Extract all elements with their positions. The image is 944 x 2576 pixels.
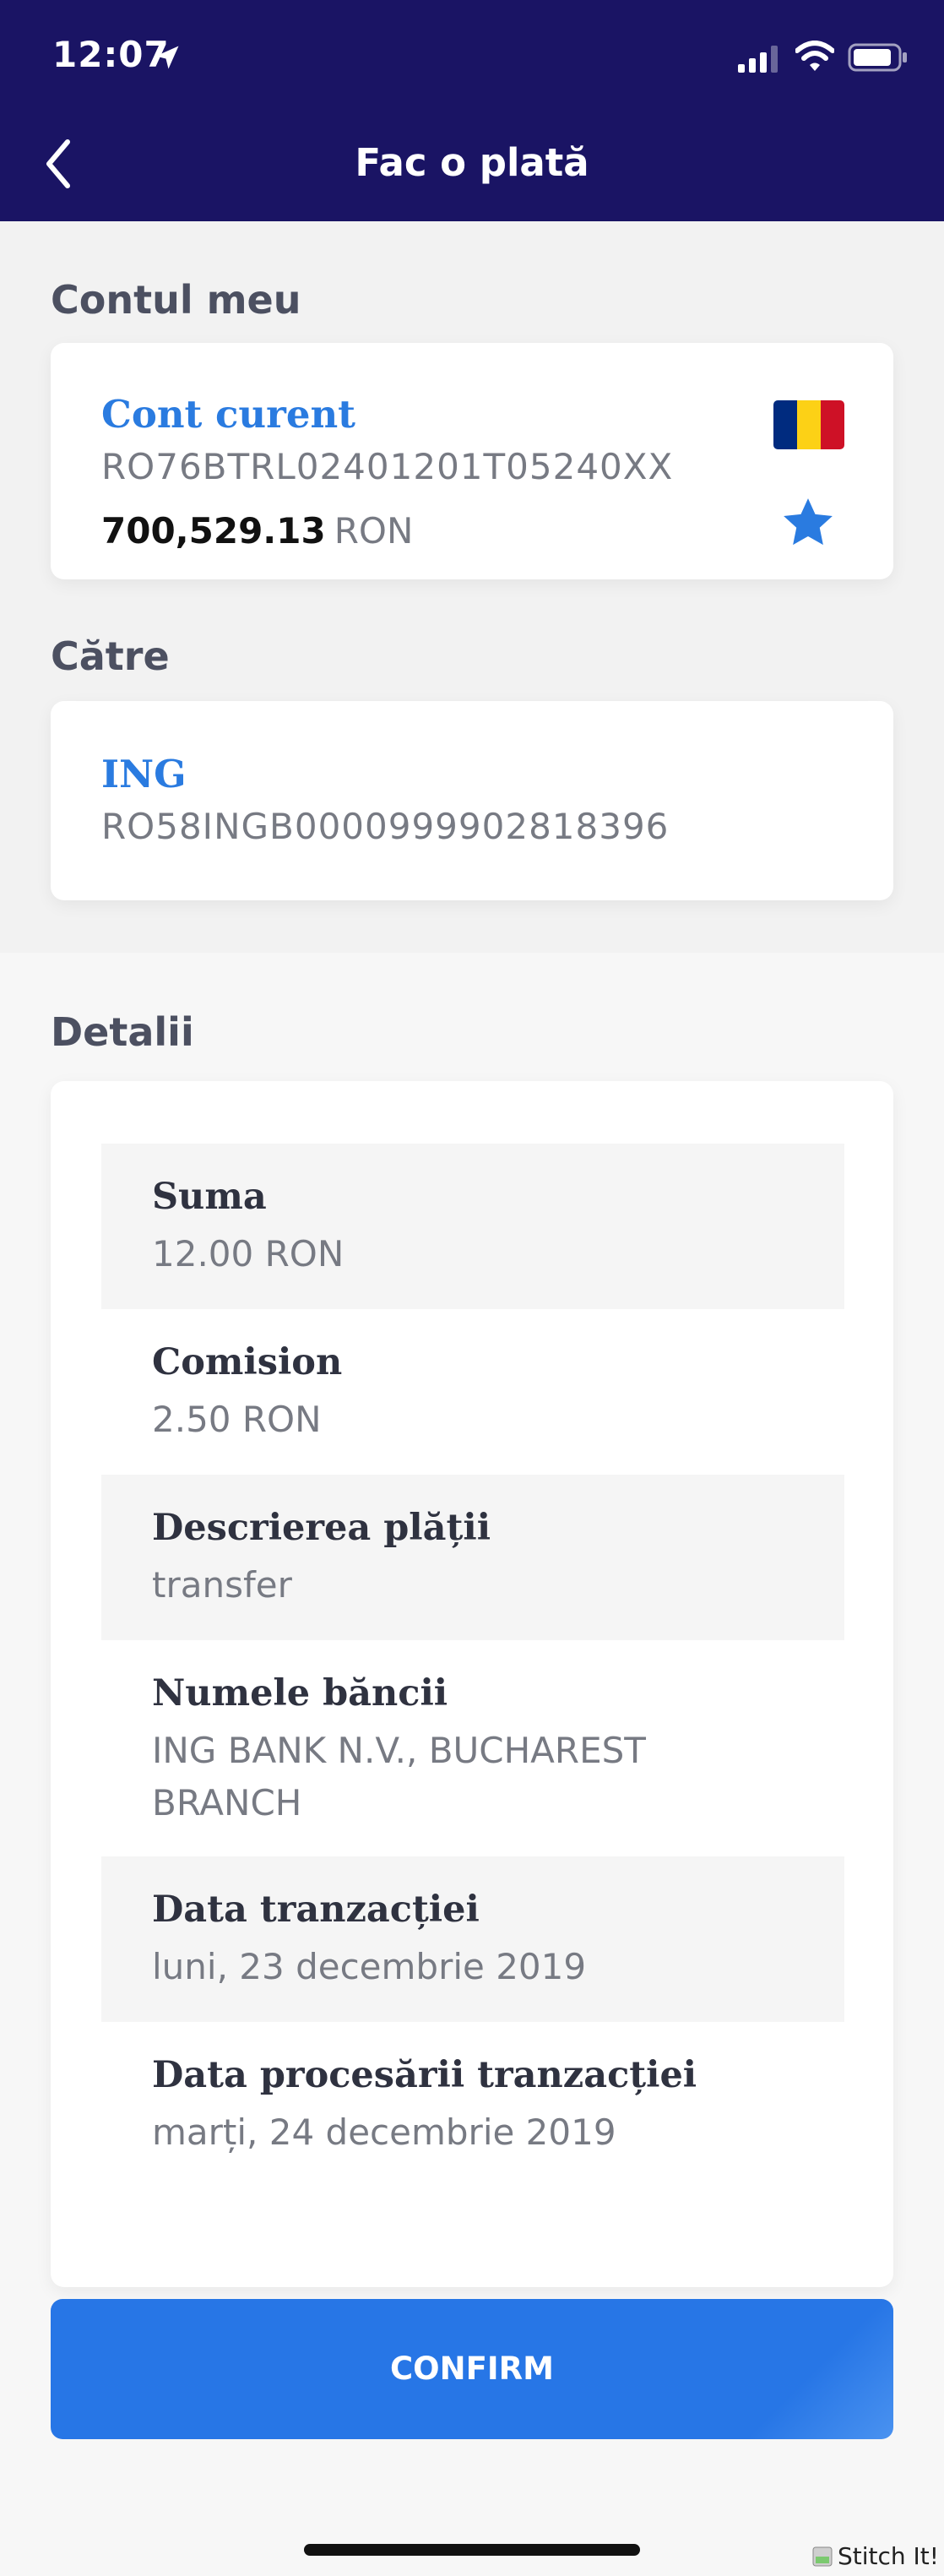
page-title: Fac o plată — [355, 140, 589, 185]
account-balance: 700,529.13 RON — [101, 510, 413, 552]
balance-amount: 700,529.13 — [101, 510, 326, 552]
details-card: Suma 12.00 RON Comision 2.50 RON Descrie… — [51, 1081, 893, 2287]
detail-value: ING BANK N.V., BUCHAREST BRANCH — [152, 1730, 646, 1823]
section-label-details: Detalii — [51, 1009, 194, 1055]
favorite-star-icon[interactable] — [779, 495, 838, 551]
wifi-icon — [795, 41, 834, 71]
recipient-iban: RO58INGB0000999902818396 — [101, 806, 670, 847]
detail-value: transfer — [152, 1564, 292, 1606]
detail-value: 12.00 RON — [152, 1233, 345, 1274]
detail-label: Data tranzacției — [152, 1889, 480, 1931]
detail-value: marți, 24 decembrie 2019 — [152, 2111, 616, 2153]
account-iban: RO76BTRL02401201T05240XX — [101, 446, 674, 487]
detail-row-commission: Comision 2.50 RON — [101, 1309, 844, 1475]
confirm-button[interactable]: CONFIRM — [51, 2299, 893, 2439]
detail-value: 2.50 RON — [152, 1399, 322, 1440]
detail-row-bank-name: Numele băncii ING BANK N.V., BUCHAREST B… — [101, 1640, 844, 1856]
detail-row-processing-date: Data procesării tranzacției marți, 24 de… — [101, 2022, 844, 2187]
battery-icon — [848, 43, 907, 72]
section-label-recipient: Către — [51, 633, 170, 679]
account-name: Cont curent — [101, 392, 355, 437]
balance-currency: RON — [334, 510, 414, 552]
recipient-bank-name: ING — [101, 752, 187, 796]
recipient-card[interactable]: ING RO58INGB0000999902818396 — [51, 701, 893, 900]
detail-label: Descrierea plății — [152, 1507, 491, 1549]
detail-label: Data procesării tranzacției — [152, 2054, 697, 2096]
section-label-my-account: Contul meu — [51, 277, 301, 323]
app-header: 12:07 Fac o plată — [0, 0, 944, 221]
watermark: Stitch It! — [812, 2542, 939, 2570]
romania-flag-icon — [773, 400, 844, 449]
detail-row-description: Descrierea plății transfer — [101, 1475, 844, 1640]
source-account-card[interactable]: Cont curent RO76BTRL02401201T05240XX 700… — [51, 343, 893, 579]
detail-row-transaction-date: Data tranzacției luni, 23 decembrie 2019 — [101, 1856, 844, 2022]
detail-label: Suma — [152, 1176, 267, 1218]
detail-label: Numele băncii — [152, 1672, 448, 1715]
location-arrow-icon — [155, 46, 179, 69]
detail-row-amount: Suma 12.00 RON — [101, 1144, 844, 1309]
stitch-logo-icon — [812, 2546, 833, 2566]
detail-label: Comision — [152, 1341, 343, 1383]
home-indicator[interactable] — [304, 2544, 640, 2556]
cellular-signal-icon — [738, 46, 778, 73]
watermark-text: Stitch It! — [837, 2542, 939, 2570]
detail-value: luni, 23 decembrie 2019 — [152, 1946, 587, 1987]
